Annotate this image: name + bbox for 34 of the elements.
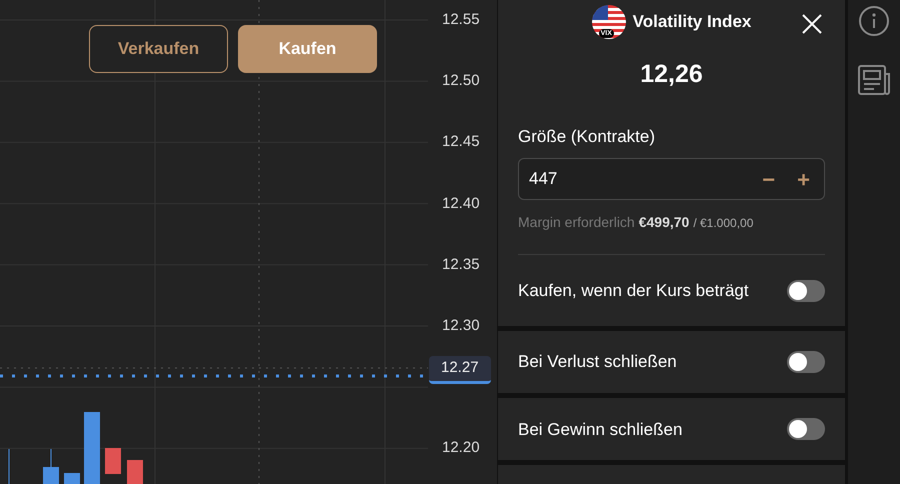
- flag-icon: [592, 5, 626, 39]
- candle: [105, 448, 121, 474]
- instrument-title: Volatility Index: [632, 11, 752, 34]
- toggle-switch[interactable]: [787, 280, 825, 302]
- price-axis-label: 12.45: [442, 133, 480, 152]
- margin-value: €499,70: [638, 213, 690, 232]
- candle: [43, 448, 59, 484]
- candle: [127, 460, 143, 484]
- candle: [64, 473, 80, 484]
- sell-button[interactable]: Verkaufen: [89, 25, 228, 73]
- price-axis-label: 12.30: [442, 317, 480, 335]
- toggle-label: Bei Gewinn schließen: [518, 418, 682, 441]
- margin-limit: / €1.000,00: [693, 215, 754, 232]
- margin-label: Margin erforderlich: [518, 213, 635, 232]
- toggle-label: Kaufen, wenn der Kurs beträgt: [518, 280, 749, 302]
- price-axis-label: 12.20: [442, 439, 480, 458]
- close-icon[interactable]: [801, 13, 823, 35]
- news-icon[interactable]: [857, 64, 891, 96]
- decrement-button[interactable]: −: [762, 162, 776, 196]
- increment-button[interactable]: +: [797, 162, 810, 196]
- toggle-label: Bei Verlust schließen: [518, 351, 677, 374]
- toggle-switch[interactable]: [787, 418, 825, 440]
- current-price: 12,26: [640, 59, 703, 90]
- price-axis-label: 12.50: [442, 72, 480, 90]
- buy-button[interactable]: Kaufen: [238, 25, 377, 73]
- price-axis-label: 12.40: [442, 194, 480, 213]
- size-input-field[interactable]: 447 − +: [518, 158, 825, 200]
- toggle-switch[interactable]: [787, 351, 825, 374]
- price-axis-label: 12.55: [442, 11, 480, 29]
- current-price-label: 12.27: [429, 356, 491, 384]
- size-label: Größe (Kontrakte): [518, 126, 656, 148]
- candle: [84, 412, 100, 484]
- info-icon[interactable]: [858, 5, 890, 37]
- price-axis-label: 12.35: [442, 256, 480, 274]
